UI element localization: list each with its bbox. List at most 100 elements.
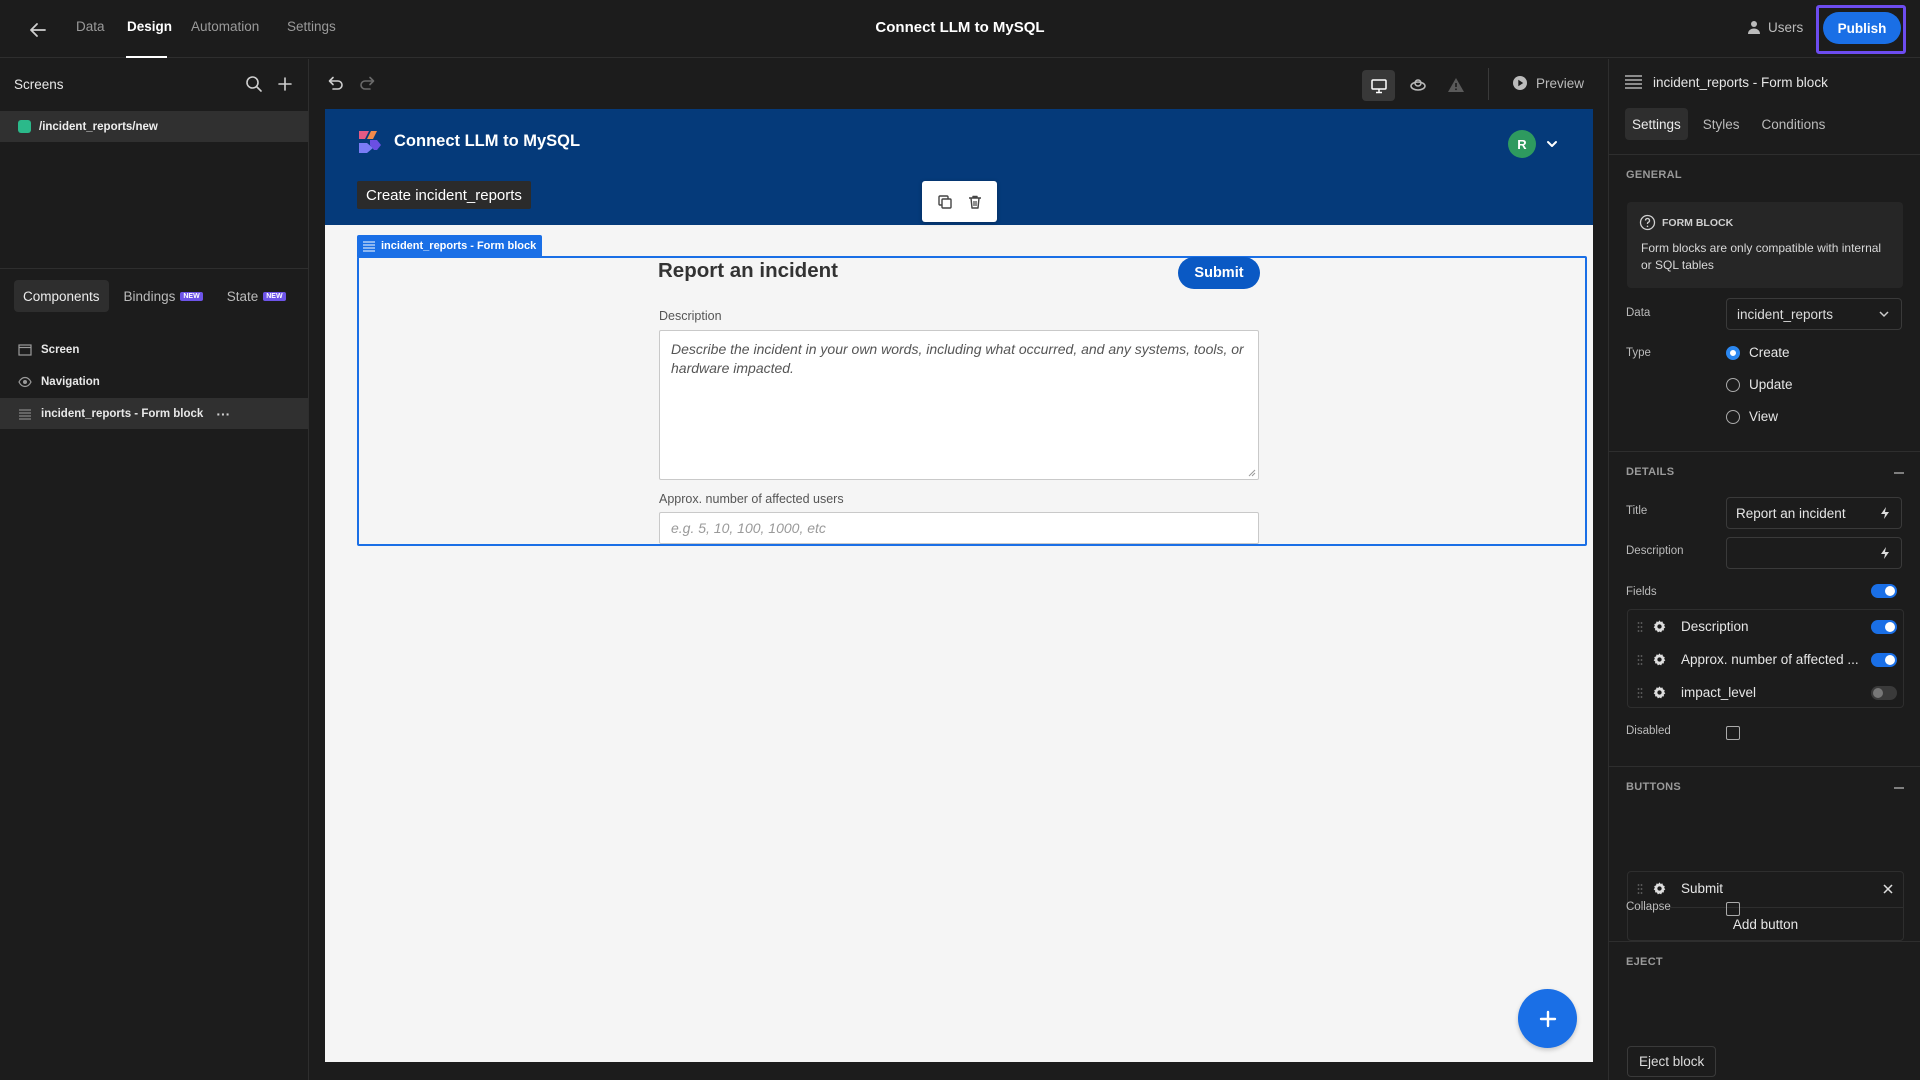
desktop-icon [1370,78,1387,93]
tab-state-label: State [226,288,259,304]
gear-icon[interactable] [1652,652,1667,667]
drag-handle-icon[interactable] [1637,687,1643,699]
back-arrow-icon[interactable] [26,18,50,42]
description-input[interactable] [1726,537,1902,569]
tree-label-screen: Screen [41,343,80,356]
collapse-checkbox[interactable] [1726,902,1740,916]
form-icon [19,408,31,420]
tab-settings[interactable]: Settings [1625,108,1688,140]
duplicate-icon[interactable] [936,193,954,211]
nav-tab-design[interactable]: Design [127,19,172,34]
field-item-affected-users[interactable]: Approx. number of affected ... [1628,643,1903,676]
preview-button[interactable]: Preview [1512,75,1584,91]
disabled-checkbox[interactable] [1726,726,1740,740]
type-option-view[interactable]: View [1726,409,1778,424]
gear-icon[interactable] [1652,881,1667,896]
drag-handle-icon[interactable] [1637,654,1643,666]
affected-users-input[interactable]: e.g. 5, 10, 100, 1000, etc [659,512,1259,544]
lightning-icon[interactable] [1878,506,1892,520]
close-icon[interactable] [1881,882,1895,896]
add-screen-icon[interactable] [275,74,295,94]
submit-button[interactable]: Submit [1178,257,1260,289]
tree-label-navigation: Navigation [41,375,100,388]
eject-block-button[interactable]: Eject block [1627,1046,1717,1077]
avatar[interactable]: R [1508,130,1536,158]
chevron-down-icon [1879,311,1889,318]
field-toggle[interactable] [1871,619,1897,634]
gear-icon[interactable] [1652,685,1667,700]
tab-components[interactable]: Components [14,280,109,312]
desktop-view-button[interactable] [1362,70,1395,101]
type-option-label: Update [1749,377,1793,392]
selected-block-label[interactable]: incident_reports - Form block [357,235,543,257]
tab-styles[interactable]: Styles [1696,108,1747,140]
screen-item[interactable]: /incident_reports/new [0,111,308,142]
tree-item-form-block[interactable]: incident_reports - Form block ··· [0,398,308,429]
description-placeholder: Describe the incident in your own words,… [671,341,1244,376]
tree-item-navigation[interactable]: Navigation [0,366,308,397]
theme-icon[interactable] [1407,74,1429,96]
left-panel: Screens /incident_reports/new Components… [0,59,309,1080]
section-eject-title: EJECT [1626,956,1663,968]
description-setting-label: Description [1626,545,1684,557]
tab-components-label: Components [23,288,100,304]
button-name: Submit [1681,881,1724,896]
more-options-icon[interactable]: ··· [216,406,230,422]
resize-grip-icon[interactable] [1248,469,1256,477]
screens-heading: Screens [14,77,64,92]
field-item-description[interactable]: Description [1628,610,1903,643]
radio-selected [1726,345,1740,360]
drag-handle-icon[interactable] [1637,621,1643,633]
block-actions-popover [922,181,997,222]
app-logo [357,129,383,155]
fields-toggle[interactable] [1871,584,1897,598]
info-title: FORM BLOCK [1639,214,1733,231]
divider [1609,451,1920,452]
chevron-down-icon[interactable] [1543,135,1561,153]
drag-handle-icon[interactable] [1637,883,1643,895]
lightning-icon[interactable] [1878,546,1892,560]
nav-tab-data[interactable]: Data [76,19,105,34]
undo-icon[interactable] [324,73,346,95]
warning-icon[interactable] [1445,74,1467,96]
tab-bindings[interactable]: Bindings NEW [115,280,212,312]
search-icon[interactable] [244,74,264,94]
description-textarea[interactable]: Describe the incident in your own words,… [659,330,1259,480]
collapse-icon[interactable] [1892,466,1906,480]
title-label: Title [1626,505,1648,517]
data-source-select[interactable]: incident_reports [1726,298,1902,330]
trash-icon[interactable] [966,193,984,211]
publish-button[interactable]: Publish [1823,12,1901,44]
redo-icon[interactable] [357,73,379,95]
divider [1609,941,1920,942]
title-input[interactable]: Report an incident [1726,497,1902,529]
type-option-update[interactable]: Update [1726,377,1793,392]
affected-users-placeholder: e.g. 5, 10, 100, 1000, etc [671,520,826,536]
app-nav-link[interactable]: Create incident_reports [357,181,531,209]
add-component-button[interactable] [1518,989,1577,1048]
top-bar: Data Design Automation Settings Connect … [0,0,1920,58]
screen-route: /incident_reports/new [39,120,158,133]
tab-state[interactable]: State NEW [218,280,295,312]
info-text: Form blocks are only compatible with int… [1641,241,1882,272]
panel-header: incident_reports - Form block [1625,75,1828,90]
field-toggle[interactable] [1871,652,1897,667]
data-label: Data [1626,307,1651,319]
users-button[interactable]: Users [1746,19,1803,35]
nav-tab-automation[interactable]: Automation [191,19,259,34]
nav-tab-settings[interactable]: Settings [287,19,336,34]
field-toggle[interactable] [1871,685,1897,700]
tab-conditions[interactable]: Conditions [1755,108,1833,140]
tab-bindings-label: Bindings [123,288,176,304]
disabled-label: Disabled [1626,725,1671,737]
type-option-create[interactable]: Create [1726,345,1790,360]
collapse-icon[interactable] [1892,781,1906,795]
info-title-text: FORM BLOCK [1662,216,1734,229]
tree-item-screen[interactable]: Screen [0,334,308,365]
active-tab-indicator [126,56,167,58]
field-item-impact-level[interactable]: impact_level [1628,676,1903,709]
gear-icon[interactable] [1652,619,1667,634]
type-option-label: View [1749,409,1779,424]
section-general-title: GENERAL [1626,169,1682,181]
type-option-label: Create [1749,345,1790,360]
